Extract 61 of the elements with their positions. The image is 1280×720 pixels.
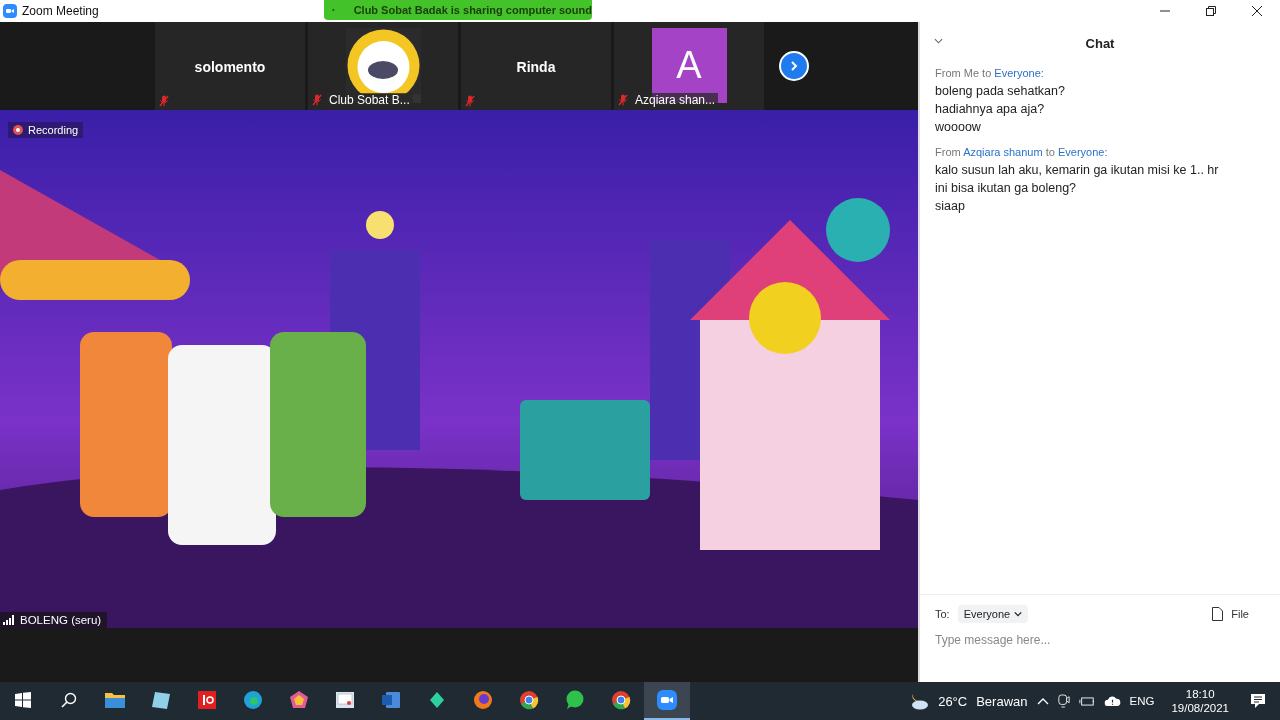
- window-app-icon: [334, 689, 356, 711]
- video-camera-icon: [3, 4, 17, 18]
- banner-text: Club Sobat Badak is sharing computer sound: [352, 4, 592, 16]
- participant-label: Azqiara shan...: [632, 93, 719, 107]
- notifications-button[interactable]: [1250, 693, 1266, 709]
- battery-icon: [1078, 695, 1095, 707]
- chat-message: hadiahnya apa aja?: [935, 101, 1046, 118]
- square-app-icon: [196, 689, 218, 711]
- participant-link[interactable]: Everyone:: [1057, 146, 1108, 158]
- windows-icon: [15, 692, 31, 708]
- temperature: 26°C: [938, 693, 968, 709]
- speaker-name: BOLENG (seru): [20, 614, 102, 626]
- record-icon: [13, 125, 23, 135]
- participant-tile[interactable]: solomento: [155, 22, 305, 110]
- participant-link[interactable]: Everyone:: [994, 67, 1044, 79]
- window-title: Zoom Meeting: [22, 4, 99, 18]
- chevron-right-icon: [788, 60, 800, 72]
- participant-tile[interactable]: Club Sobat B...: [308, 22, 458, 110]
- circle-app-icon: [518, 689, 540, 711]
- collapse-button[interactable]: [934, 38, 943, 44]
- participant-name: Rinda: [516, 59, 556, 75]
- message-header: From Azqiara shanum to Everyone:: [935, 146, 1109, 158]
- show-hidden-icons-button[interactable]: [1036, 697, 1049, 705]
- pentagon-icon: [288, 689, 310, 711]
- video-camera-icon: [656, 689, 678, 711]
- file-icon: [1212, 607, 1224, 621]
- notebook-icon: [150, 689, 172, 711]
- close-icon: [1252, 6, 1262, 16]
- to-label: To:: [935, 608, 950, 620]
- signal-bars-icon: [3, 615, 15, 625]
- notification-icon: [1250, 693, 1266, 709]
- weather-condition: Berawan: [976, 693, 1028, 709]
- recording-label: Recording: [28, 124, 79, 136]
- chat-message: kalo susun lah aku, kemarin ga ikutan misi ke 1.. hr ini bisa ikutan ga boleng?: [935, 162, 1220, 197]
- clock-time: 18:10: [1185, 688, 1215, 700]
- participant-name: solomento: [194, 59, 266, 75]
- chevron-down-icon: [934, 38, 943, 44]
- chat-title: Chat: [1085, 35, 1115, 51]
- next-page-button[interactable]: [779, 51, 809, 81]
- message-header: From Me to Everyone:: [935, 67, 1045, 79]
- participant-link[interactable]: Azqiara shanum: [963, 146, 1043, 158]
- chevron-up-icon: [1036, 697, 1049, 705]
- taskbar-app[interactable]: [644, 682, 690, 720]
- caret-icon: [1014, 611, 1023, 617]
- participant-tile[interactable]: A Azqiara shan...: [614, 22, 764, 110]
- language-indicator[interactable]: ENG: [1129, 695, 1155, 707]
- chat-message: boleng pada sehatkan?: [935, 83, 1066, 100]
- participant-tile[interactable]: Rinda: [461, 22, 611, 110]
- recipient-dropdown[interactable]: Everyone: [957, 605, 1029, 623]
- webcam-icon: [1057, 694, 1070, 708]
- participant-label: Club Sobat B...: [326, 93, 413, 107]
- file-button[interactable]: File: [1206, 606, 1255, 622]
- chat-bubble-icon: [564, 689, 586, 711]
- document-icon: [380, 689, 402, 711]
- chat-message: siaap: [935, 198, 966, 215]
- restore-icon: [1206, 6, 1216, 16]
- cloud-icon: [1103, 695, 1121, 707]
- chat-message: woooow: [935, 119, 982, 136]
- search-icon: [61, 692, 77, 708]
- clock-date: 19/08/2021: [1171, 702, 1229, 714]
- circle-app-icon: [610, 689, 632, 711]
